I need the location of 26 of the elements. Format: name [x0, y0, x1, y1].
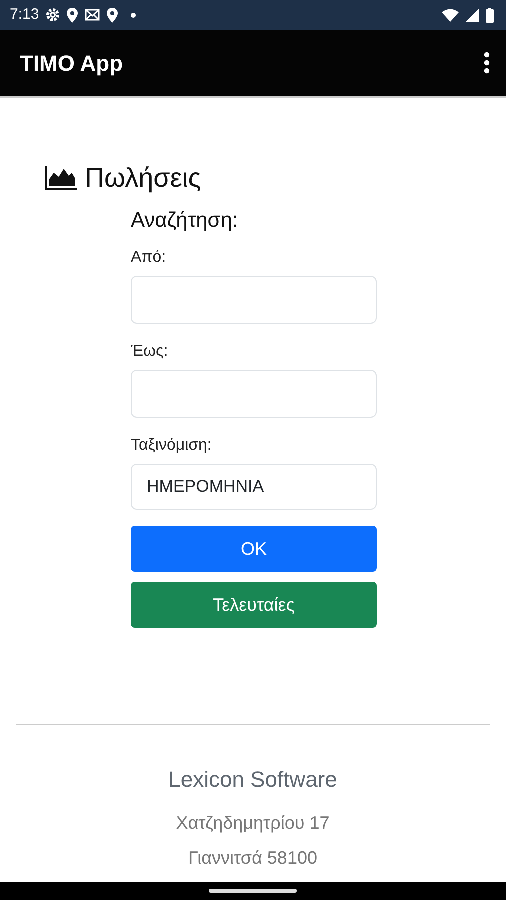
ok-button[interactable]: OK — [131, 526, 377, 572]
settings-icon — [46, 8, 60, 22]
field-label: Έως: — [131, 342, 170, 362]
input-field[interactable]: ΗΜΕΡΟΜΗΝΙΑ — [131, 464, 377, 510]
search-heading: Αναζήτηση: — [131, 208, 240, 234]
wifi-icon — [442, 8, 459, 22]
mail-icon — [85, 9, 100, 21]
address-line: Χατζηδημητρίου 17 — [175, 812, 331, 835]
more-options-icon[interactable] — [484, 52, 490, 74]
address-line: Γιαννιτσά 58100 — [188, 847, 318, 870]
field-label: Ταξινόμιση: — [131, 436, 213, 456]
battery-icon — [486, 8, 494, 22]
location-pin-icon — [107, 8, 118, 22]
latest-button[interactable]: Τελευταίες — [131, 582, 377, 628]
area-chart-icon — [45, 166, 77, 190]
dot-icon — [131, 12, 136, 18]
input-field[interactable] — [131, 276, 377, 324]
status-time: 7:13 — [10, 4, 40, 25]
home-handle[interactable] — [209, 889, 297, 893]
company-name: Lexicon Software — [168, 766, 338, 794]
signal-icon — [466, 8, 479, 22]
page-title: Πωλήσεις — [85, 162, 202, 195]
app-title: TIMO App — [20, 50, 124, 78]
field-label: Από: — [131, 248, 168, 268]
location-pin-icon — [67, 8, 78, 22]
input-field[interactable] — [131, 370, 377, 418]
